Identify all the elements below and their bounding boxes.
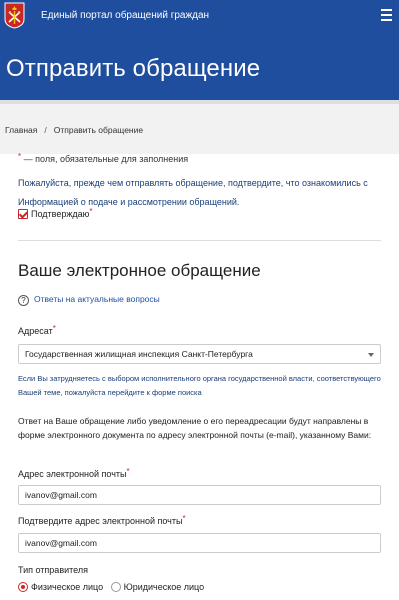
response-note: Ответ на Ваше обращение либо уведомление…	[18, 416, 372, 440]
addressee-label-text: Адресат	[18, 326, 53, 336]
required-asterisk: *	[126, 467, 130, 476]
addressee-help-link[interactable]: Если Вы затрудняетесь с выбором исполнит…	[18, 372, 381, 400]
confirm-checkbox[interactable]: Подтверждаю*	[18, 207, 93, 219]
sender-type-label: Тип отправителя	[18, 565, 88, 575]
breadcrumb-bar: Главная / Отправить обращение	[0, 100, 399, 154]
section-title: Ваше электронное обращение	[18, 261, 261, 280]
sender-type-legal[interactable]: Юридическое лицо	[110, 582, 205, 592]
confirm-label: Подтверждаю	[31, 209, 90, 219]
breadcrumb: Главная / Отправить обращение	[5, 125, 143, 135]
page-hero: Отправить обращение	[0, 32, 399, 100]
page-title: Отправить обращение	[6, 55, 261, 82]
sender-type-individual[interactable]: Физическое лицо	[18, 582, 103, 592]
checkbox-checked-icon[interactable]	[18, 209, 28, 219]
required-asterisk: *	[52, 324, 56, 333]
addressee-label: Адресат*	[18, 324, 56, 336]
required-asterisk: *	[18, 152, 22, 161]
email-confirm-label-text: Подтвердите адрес электронной почты	[18, 516, 183, 526]
spb-coat-of-arms-icon[interactable]	[4, 2, 25, 29]
faq-link[interactable]: ? Ответы на актуальные вопросы	[18, 294, 160, 306]
menu-line	[381, 19, 392, 21]
sender-type-individual-label: Физическое лицо	[31, 582, 104, 592]
breadcrumb-separator: /	[44, 125, 47, 135]
required-asterisk: *	[89, 207, 93, 216]
radio-selected-icon[interactable]	[18, 582, 28, 592]
portal-title[interactable]: Единый портал обращений граждан	[41, 10, 209, 21]
hamburger-menu-icon[interactable]	[381, 9, 392, 21]
chevron-down-icon	[368, 353, 374, 357]
sender-type-legal-label: Юридическое лицо	[123, 582, 205, 592]
radio-unselected-icon[interactable]	[110, 582, 121, 592]
breadcrumb-current: Отправить обращение	[53, 125, 144, 135]
menu-line	[381, 14, 392, 16]
breadcrumb-home-link[interactable]: Главная	[5, 125, 37, 135]
intro-text[interactable]: Пожалуйста, прежде чем отправлять обраще…	[18, 174, 383, 212]
email-label-text: Адрес электронной почты	[18, 469, 127, 479]
sender-type-group: Физическое лицо Юридическое лицо	[18, 582, 209, 592]
section-divider	[18, 240, 381, 241]
email-confirm-label: Подтвердите адрес электронной почты*	[18, 514, 186, 526]
question-circle-icon: ?	[18, 295, 29, 306]
required-note: * — поля, обязательные для заполнения	[18, 152, 189, 164]
required-asterisk: *	[182, 514, 186, 523]
top-bar: Единый портал обращений граждан	[0, 0, 399, 32]
email-confirm-field[interactable]	[18, 533, 381, 553]
addressee-select-value: Государственная жилищная инспекция Санкт…	[25, 349, 253, 359]
email-label: Адрес электронной почты*	[18, 467, 130, 479]
email-field[interactable]	[18, 485, 381, 505]
menu-line	[381, 9, 392, 11]
addressee-select[interactable]: Государственная жилищная инспекция Санкт…	[18, 344, 381, 364]
faq-link-label: Ответы на актуальные вопросы	[34, 294, 160, 304]
required-note-text: — поля, обязательные для заполнения	[23, 154, 189, 164]
